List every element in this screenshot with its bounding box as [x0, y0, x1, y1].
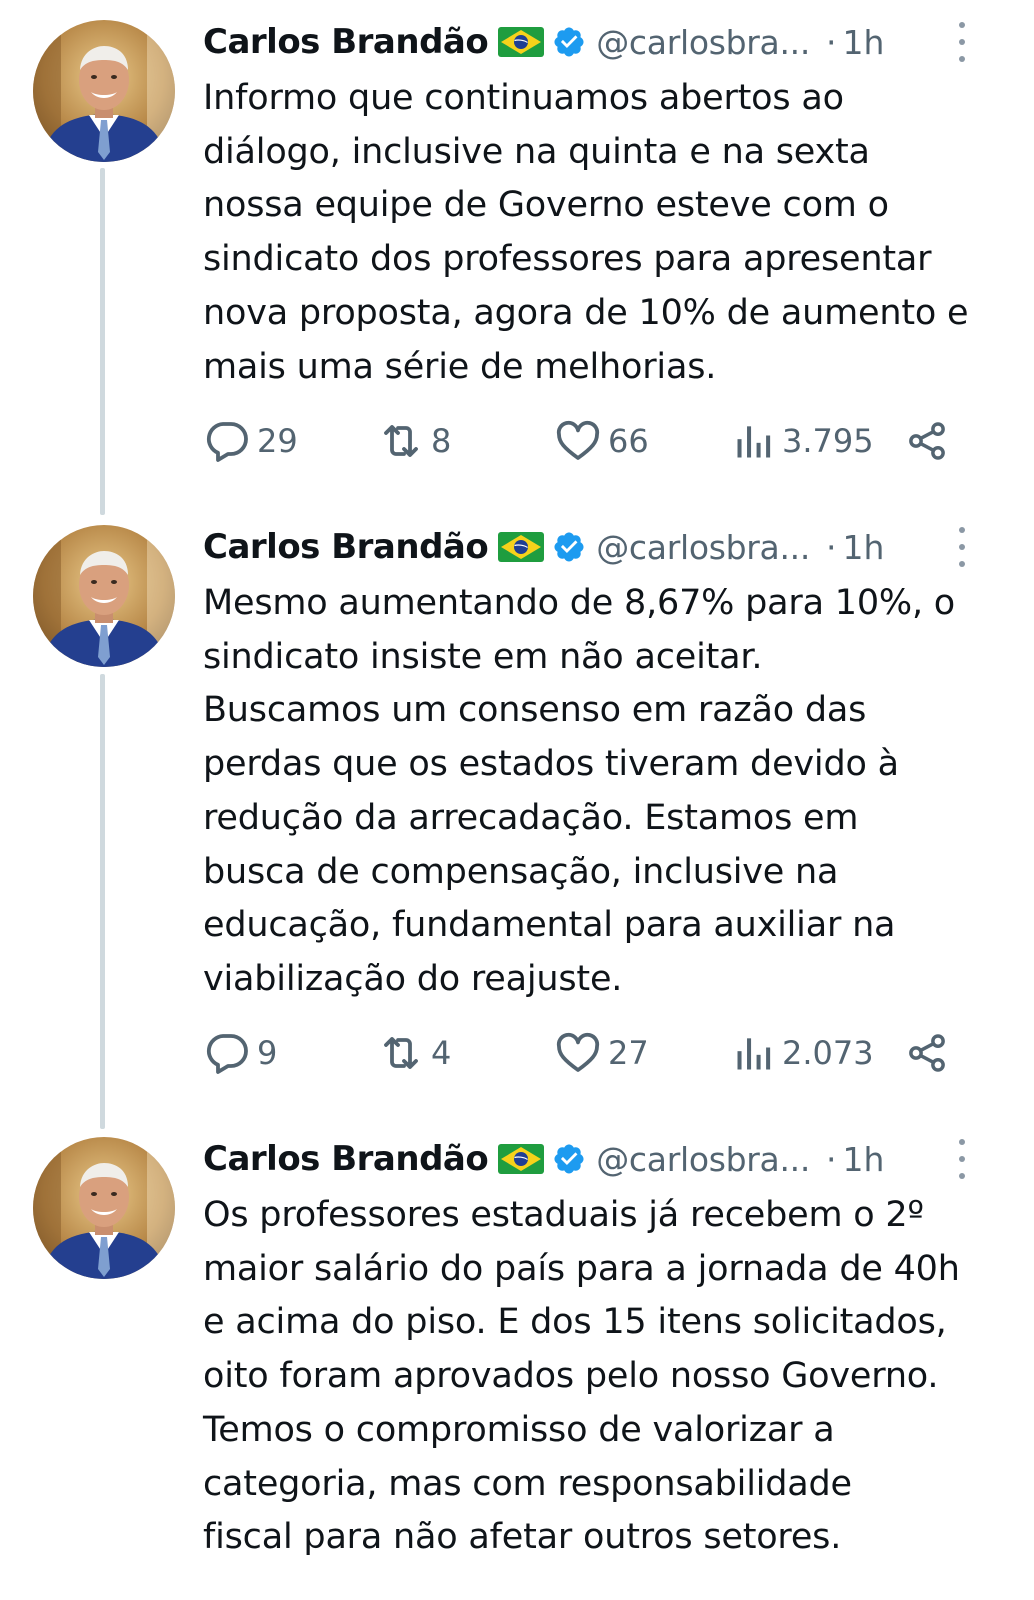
- profile-photo: [33, 20, 175, 162]
- tweet-text-line: perdas que os estados tiveram devido à: [203, 744, 899, 785]
- share-icon: [905, 419, 949, 463]
- tweet-text-line: diálogo, inclusive na quinta e na sexta: [203, 131, 870, 172]
- avatar[interactable]: [33, 1137, 175, 1279]
- separator-dot: ·: [826, 527, 837, 567]
- thread-connector-line: [100, 168, 105, 515]
- views-count: 3.795: [782, 422, 874, 460]
- tweet-text-line: Mesmo aumentando de 8,67% para 10%, o: [203, 583, 956, 623]
- brazil-flag-icon: [498, 27, 544, 57]
- author-handle[interactable]: @carlosbra...: [596, 1140, 810, 1179]
- views-button[interactable]: 3.795: [732, 416, 874, 466]
- tweet-text-line: mais uma série de melhorias.: [203, 346, 717, 387]
- like-count: 66: [608, 422, 649, 460]
- retweet-icon: [377, 417, 425, 465]
- reply-count: 9: [257, 1034, 278, 1072]
- share-icon: [905, 1031, 949, 1075]
- separator-dot: ·: [826, 22, 837, 62]
- verified-badge-icon[interactable]: [552, 530, 586, 564]
- reply-icon: [203, 417, 251, 465]
- tweet-actions: 29 8 66 3.795: [203, 416, 963, 466]
- like-button[interactable]: 66: [554, 416, 649, 466]
- profile-photo: [33, 1137, 175, 1279]
- tweet-thread: Carlos Brandão @carlosbra... · 1h Inform…: [0, 0, 1034, 1600]
- avatar[interactable]: [33, 525, 175, 667]
- retweet-button[interactable]: 8: [377, 416, 451, 466]
- share-button[interactable]: [905, 1028, 949, 1078]
- reply-count: 29: [257, 422, 298, 460]
- reply-button[interactable]: 29: [203, 416, 298, 466]
- author-name[interactable]: Carlos Brandão: [203, 527, 489, 567]
- like-count: 27: [608, 1034, 649, 1072]
- avatar[interactable]: [33, 20, 175, 162]
- verified-badge-icon[interactable]: [552, 25, 586, 59]
- tweet-text-line: educação, fundamental para auxiliar na: [203, 905, 896, 946]
- tweet-text-line: oito foram aprovados pelo nosso Governo.: [203, 1356, 939, 1397]
- timestamp[interactable]: 1h: [843, 23, 885, 62]
- brazil-flag-icon: [498, 532, 544, 562]
- author-name[interactable]: Carlos Brandão: [203, 1139, 489, 1179]
- tweet-text: Mesmo aumentando de 8,67% para 10%, o si…: [203, 577, 1003, 1007]
- profile-photo: [33, 525, 175, 667]
- views-count: 2.073: [782, 1034, 874, 1072]
- tweet-text-line: fiscal para não afetar outros setores.: [203, 1517, 842, 1558]
- tweet-text-line: redução da arrecadação. Estamos em: [203, 797, 859, 838]
- retweet-count: 4: [431, 1034, 452, 1072]
- retweet-count: 8: [431, 422, 452, 460]
- reply-icon: [203, 1029, 251, 1077]
- retweet-icon: [377, 1029, 425, 1077]
- views-icon: [732, 419, 776, 463]
- more-options-icon[interactable]: [950, 1139, 974, 1179]
- tweet-text-line: busca de compensação, inclusive na: [203, 851, 839, 892]
- views-button[interactable]: 2.073: [732, 1028, 874, 1078]
- more-options-icon[interactable]: [950, 527, 974, 567]
- tweet-text-line: Temos o compromisso de valorizar a: [203, 1409, 835, 1450]
- tweet-text-line: nova proposta, agora de 10% de aumento e: [203, 292, 969, 333]
- tweet-text-line: nossa equipe de Governo esteve com o: [203, 185, 889, 226]
- verified-badge-icon[interactable]: [552, 1142, 586, 1176]
- more-options-icon[interactable]: [950, 22, 974, 62]
- tweet-text-line: e acima do piso. E dos 15 itens solicita…: [203, 1302, 947, 1343]
- tweet-text-line: categoria, mas com responsabilidade: [203, 1463, 852, 1504]
- share-button[interactable]: [905, 416, 949, 466]
- author-handle[interactable]: @carlosbra...: [596, 528, 810, 567]
- tweet-text: Informo que continuamos abertos ao diálo…: [203, 72, 1003, 394]
- author-handle[interactable]: @carlosbra...: [596, 23, 810, 62]
- tweet-text-line: Informo que continuamos abertos ao: [203, 78, 844, 118]
- heart-icon: [554, 1029, 602, 1077]
- timestamp[interactable]: 1h: [843, 1140, 885, 1179]
- tweet-text-line: viabilização do reajuste.: [203, 958, 623, 999]
- views-icon: [732, 1031, 776, 1075]
- thread-connector-line: [100, 674, 105, 1129]
- like-button[interactable]: 27: [554, 1028, 649, 1078]
- tweet-header: Carlos Brandão @carlosbra... · 1h: [203, 1137, 993, 1181]
- tweet-text-line: sindicato dos professores para apresenta…: [203, 239, 932, 280]
- tweet-actions: 9 4 27 2.073: [203, 1028, 963, 1078]
- heart-icon: [554, 417, 602, 465]
- tweet-text-line: Os professores estaduais já recebem o 2º: [203, 1195, 924, 1235]
- tweet-text: Os professores estaduais já recebem o 2º…: [203, 1189, 1003, 1565]
- tweet-text-line: sindicato insiste em não aceitar.: [203, 636, 763, 677]
- author-name[interactable]: Carlos Brandão: [203, 22, 489, 62]
- tweet-header: Carlos Brandão @carlosbra... · 1h: [203, 20, 993, 64]
- brazil-flag-icon: [498, 1144, 544, 1174]
- timestamp[interactable]: 1h: [843, 528, 885, 567]
- reply-button[interactable]: 9: [203, 1028, 277, 1078]
- separator-dot: ·: [826, 1139, 837, 1179]
- tweet-text-line: Buscamos um consenso em razão das: [203, 690, 867, 731]
- tweet-text-line: maior salário do país para a jornada de …: [203, 1248, 960, 1289]
- retweet-button[interactable]: 4: [377, 1028, 451, 1078]
- tweet-header: Carlos Brandão @carlosbra... · 1h: [203, 525, 993, 569]
